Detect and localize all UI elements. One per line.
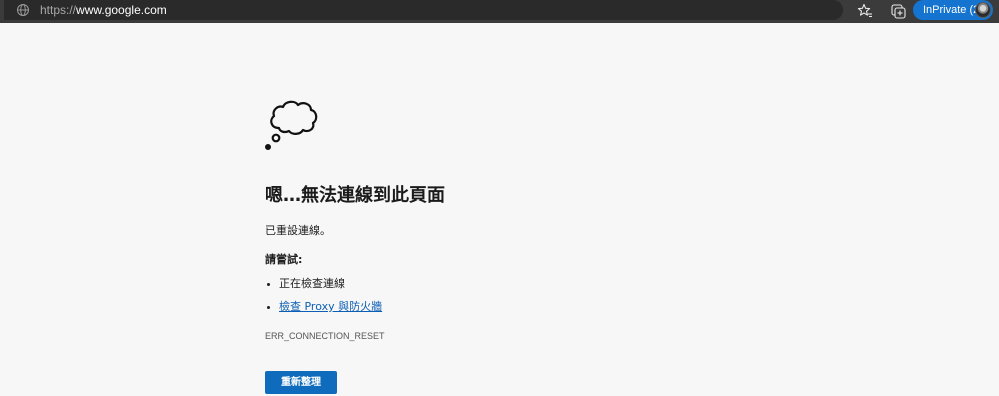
url-host: www.google.com [76,3,167,17]
browser-toolbar: https://www.google.com InPrivate (2) [0,0,999,23]
refresh-button[interactable]: 重新整理 [265,371,337,394]
suggestion-text: 正在檢查連線 [279,277,345,290]
collections-icon[interactable] [888,1,908,21]
url-text: https://www.google.com [40,2,167,18]
inprivate-button[interactable]: InPrivate (2) [913,0,993,20]
page-title: 嗯…無法連線到此頁面 [265,185,445,206]
error-code: ERR_CONNECTION_RESET [265,331,385,341]
thought-cloud-icon [265,100,318,150]
bullet-icon [267,306,270,309]
favorites-star-icon[interactable] [855,1,875,21]
profile-avatar[interactable] [975,2,991,18]
bullet-icon [267,283,270,286]
url-scheme: https:// [40,3,77,17]
globe-icon [17,4,29,16]
proxy-firewall-link[interactable]: 檢查 Proxy 與防火牆 [279,300,382,314]
error-description: 已重設連線。 [265,224,331,237]
inprivate-label: InPrivate (2) [923,4,983,16]
address-bar[interactable]: https://www.google.com [4,0,843,20]
suggestions-heading: 請嘗試: [265,253,303,266]
